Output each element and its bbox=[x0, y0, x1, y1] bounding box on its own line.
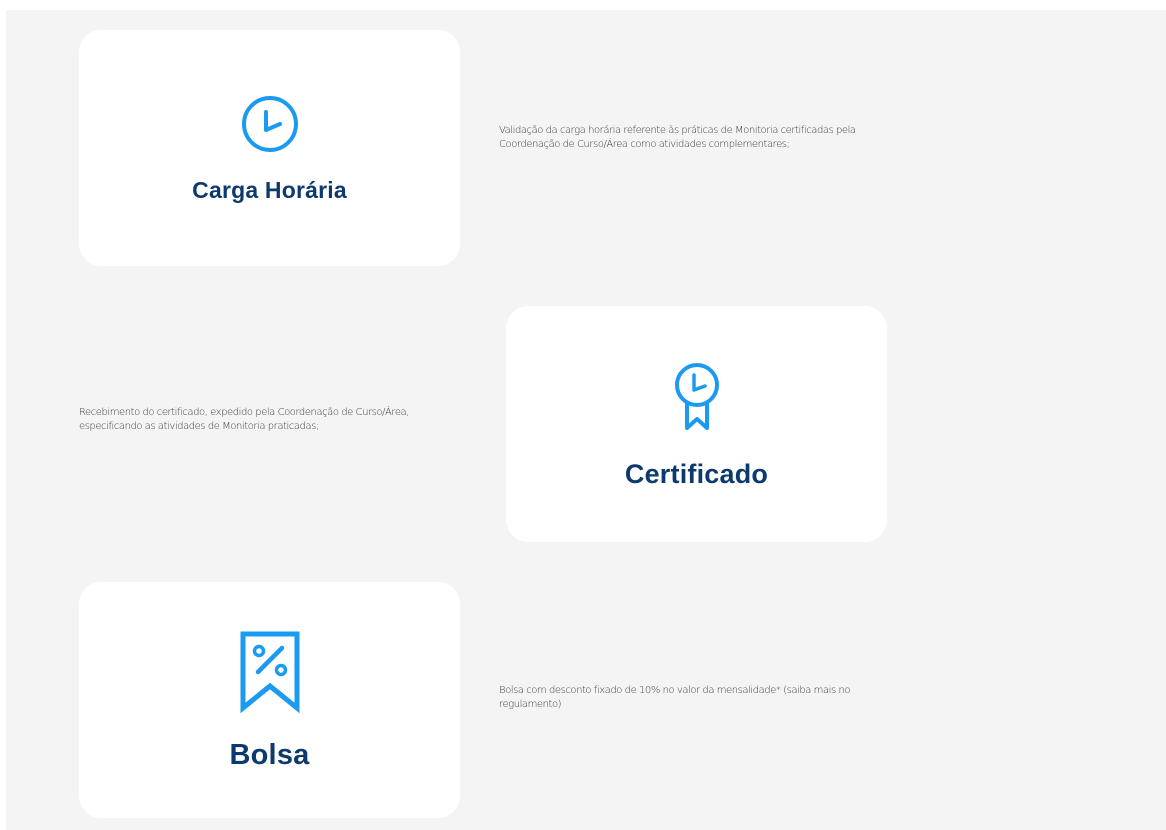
benefit-description: Validação da carga horária referente às … bbox=[499, 125, 856, 150]
benefits-section: Carga Horária Validação da carga horária… bbox=[6, 10, 1166, 830]
discount-bookmark-icon bbox=[240, 631, 299, 714]
benefit-description: Bolsa com desconto fixado de 10% no valo… bbox=[499, 685, 851, 710]
benefit-title: Certificado bbox=[624, 459, 769, 489]
benefit-card-bolsa: Bolsa bbox=[79, 582, 460, 818]
benefit-card-carga-horaria: Carga Horária bbox=[79, 30, 460, 266]
benefit-title: Carga Horária bbox=[192, 177, 347, 203]
clock-icon bbox=[241, 96, 298, 152]
award-ribbon-icon bbox=[674, 363, 719, 430]
benefit-description: Recebimento do certificado, expedido pel… bbox=[79, 407, 409, 432]
benefit-card-certificado: Certificado bbox=[506, 306, 887, 542]
benefit-title: Bolsa bbox=[229, 739, 310, 771]
